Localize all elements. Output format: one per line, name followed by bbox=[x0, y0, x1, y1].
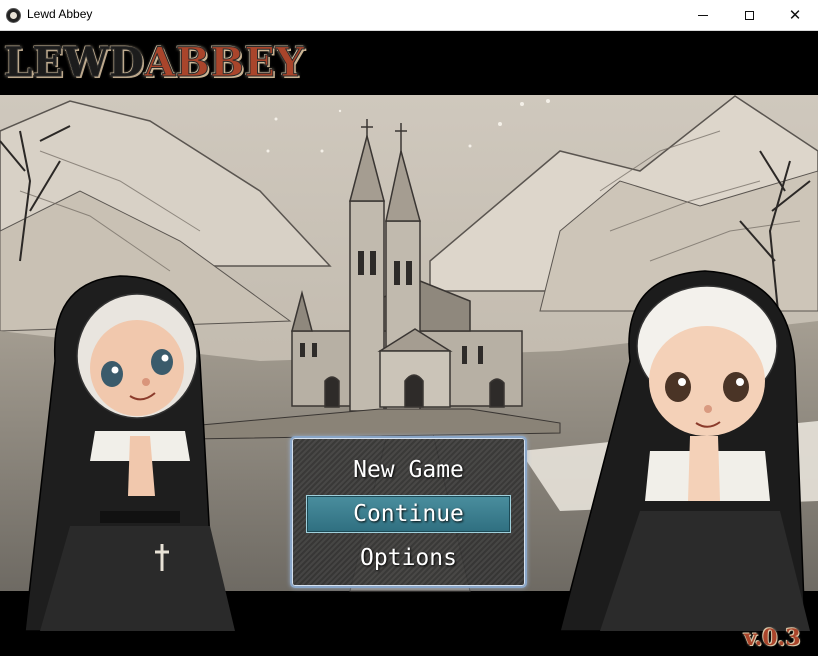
title-command-window: New Game Continue Options bbox=[290, 436, 527, 588]
maximize-button[interactable] bbox=[726, 0, 772, 30]
minimize-icon bbox=[698, 14, 708, 16]
game-screen: LEWDABBEY New Game Continue Options v.0.… bbox=[0, 31, 818, 656]
window-title: Lewd Abbey bbox=[27, 7, 93, 21]
logo-word-lewd: LEWD bbox=[3, 39, 145, 87]
game-logo: LEWDABBEY bbox=[3, 39, 305, 87]
close-icon: ✕ bbox=[788, 5, 802, 24]
version-label: v.0.3 bbox=[744, 625, 801, 651]
window-titlebar: Lewd Abbey ✕ bbox=[0, 0, 818, 31]
menu-continue[interactable]: Continue bbox=[306, 495, 511, 533]
menu-new-game[interactable]: New Game bbox=[306, 451, 511, 489]
minimize-button[interactable] bbox=[680, 0, 726, 30]
close-button[interactable]: ✕ bbox=[772, 0, 818, 30]
logo-word-abbey: ABBEY bbox=[144, 39, 305, 87]
app-icon bbox=[6, 8, 21, 23]
menu-options[interactable]: Options bbox=[306, 539, 511, 577]
maximize-icon bbox=[744, 10, 754, 20]
